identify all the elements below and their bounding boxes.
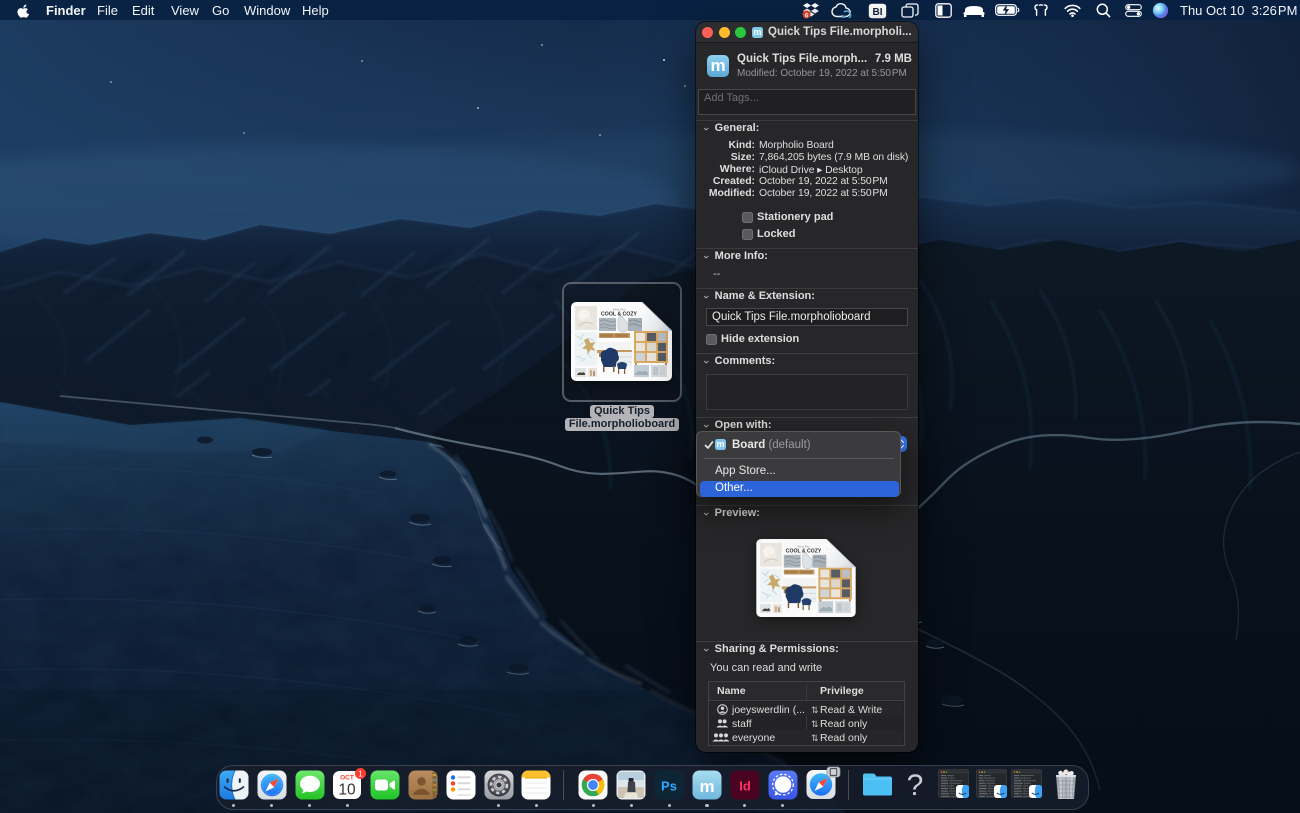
- svg-text:Ps: Ps: [661, 778, 677, 793]
- svg-text:COOL & COZY: COOL & COZY: [786, 548, 822, 554]
- svg-text:1: 1: [359, 769, 364, 778]
- svg-text:m: m: [700, 777, 715, 796]
- svg-text:6: 6: [805, 12, 809, 19]
- svg-text:BI: BI: [873, 6, 883, 17]
- svg-text:Id: Id: [739, 778, 751, 793]
- svg-text:?: ?: [907, 769, 924, 802]
- svg-text:10: 10: [339, 781, 357, 798]
- svg-text:COOL & COZY: COOL & COZY: [601, 312, 637, 318]
- svg-text:OCT: OCT: [341, 774, 355, 781]
